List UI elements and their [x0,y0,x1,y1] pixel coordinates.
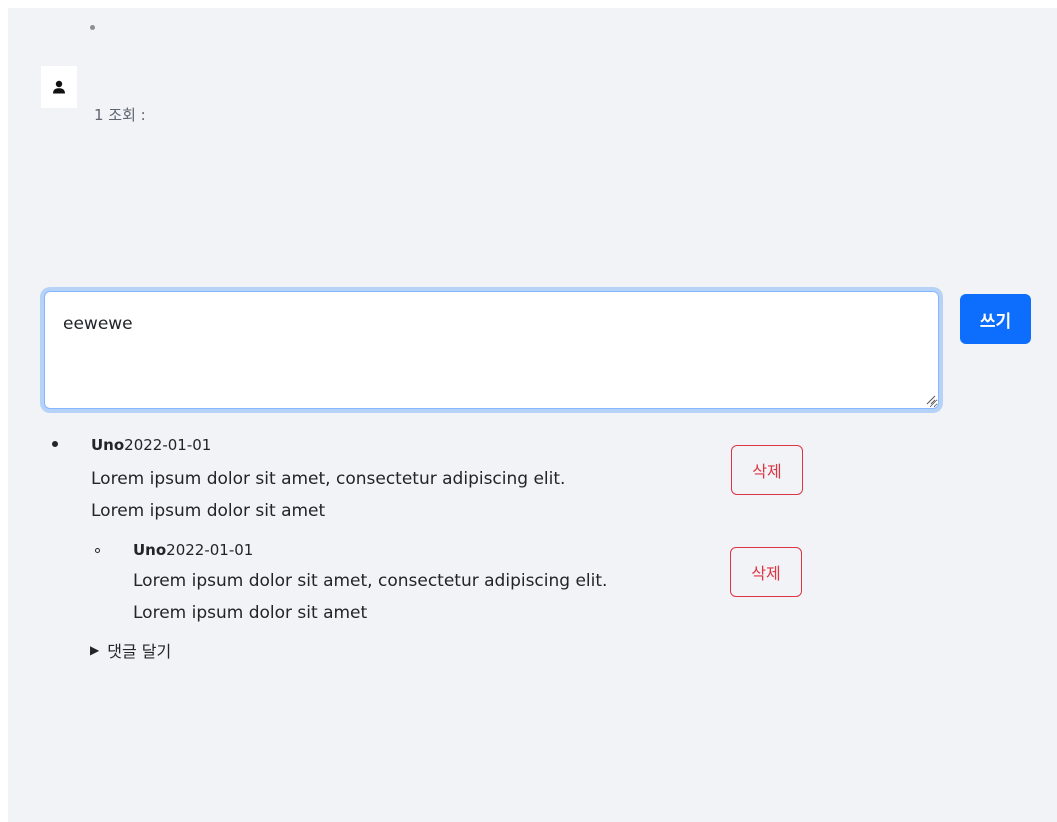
delete-button[interactable]: 삭제 [731,445,803,495]
list-bullet [90,25,95,30]
comment-header: Uno2022-01-01 [91,436,211,454]
comment-text-line: Lorem ipsum dolor sit amet [133,603,368,623]
write-button[interactable]: 쓰기 [960,294,1031,344]
comment-body: Lorem ipsum dolor sit amet, consectetur … [133,565,607,629]
comment-author: Uno [91,436,125,454]
delete-button[interactable]: 삭제 [730,547,802,597]
comment-header: Uno2022-01-01 [133,541,253,559]
comment-date: 2022-01-01 [124,436,212,454]
avatar [41,66,77,108]
comment-text-line: Lorem ipsum dolor sit amet, consectetur … [91,469,566,489]
view-count: 1 조회 : [94,106,146,124]
post-panel: 1 조회 : [8,8,1057,822]
list-bullet [52,441,58,447]
resize-handle-icon[interactable] [924,393,936,405]
reply-toggle-label: 댓글 달기 [107,642,172,661]
comment-text-line: Lorem ipsum dolor sit amet, consectetur … [133,571,608,591]
reply-toggle[interactable]: ▶ 댓글 달기 [90,638,171,662]
triangle-right-icon: ▶ [90,643,100,657]
user-icon [53,80,65,94]
list-bullet [95,548,100,553]
comment-date: 2022-01-01 [166,541,254,559]
comment-text-line: Lorem ipsum dolor sit amet [91,501,326,521]
comment-body: Lorem ipsum dolor sit amet, consectetur … [91,463,565,527]
comment-input[interactable] [44,291,939,409]
comment-author: Uno [133,541,167,559]
